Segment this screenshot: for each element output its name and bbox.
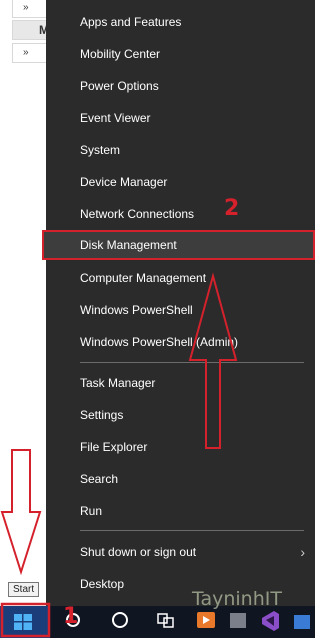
annotation-arrow-down (0, 449, 42, 576)
annotation-overlay (0, 272, 238, 638)
annotation-step-1: 1 (63, 604, 79, 629)
annotation-arrow-up (188, 272, 238, 449)
annotation-start-box (0, 602, 51, 638)
annotation-step-2: 2 (224, 196, 240, 221)
